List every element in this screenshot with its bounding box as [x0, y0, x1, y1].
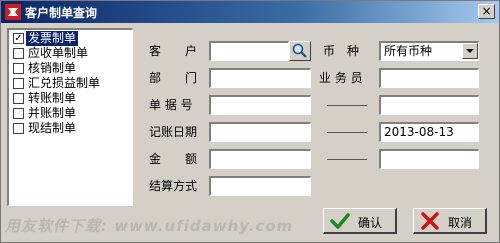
- type-item-receivable[interactable]: 应收单制单: [11, 46, 131, 61]
- cancel-x-icon: [421, 212, 439, 230]
- voucher-type-list[interactable]: ✓ 发票制单 应收单制单 核销制单 汇兑损益制单 转账制单 并账制单 现结制单: [7, 28, 133, 206]
- close-button[interactable]: ×: [478, 4, 495, 19]
- date-from-input[interactable]: [209, 122, 311, 142]
- range-separator: [327, 132, 367, 133]
- confirm-button[interactable]: 确认: [323, 208, 397, 234]
- type-item-label: 应收单制单: [28, 46, 89, 60]
- doc-no-to-input[interactable]: [379, 95, 479, 115]
- checkbox[interactable]: ✓: [13, 33, 24, 44]
- checkbox[interactable]: [13, 78, 24, 89]
- type-item-label: 现结制单: [28, 121, 77, 135]
- customer-lookup-button[interactable]: [289, 41, 311, 61]
- currency-value: 所有币种: [384, 44, 433, 58]
- customer-label: 客 户: [149, 44, 198, 58]
- chevron-down-icon: [466, 49, 474, 53]
- department-label: 部 门: [149, 71, 198, 85]
- amount-to-input[interactable]: [379, 149, 479, 169]
- settle-method-input[interactable]: [209, 176, 311, 196]
- type-item-label: 发票制单: [26, 31, 79, 46]
- customer-input[interactable]: [209, 41, 289, 61]
- currency-label: 币 种: [323, 44, 360, 58]
- type-item-label: 并账制单: [28, 106, 77, 120]
- type-item-invoice[interactable]: ✓ 发票制单: [11, 31, 131, 46]
- checkbox[interactable]: [13, 123, 24, 134]
- department-input[interactable]: [209, 68, 311, 88]
- app-logo-icon: [5, 4, 21, 20]
- checkbox[interactable]: [13, 48, 24, 59]
- type-item-transfer[interactable]: 转账制单: [11, 91, 131, 106]
- checkbox[interactable]: [13, 108, 24, 119]
- title-bar[interactable]: 客户制单查询 ×: [1, 1, 499, 23]
- date-to-input[interactable]: 2013-08-13: [379, 122, 479, 142]
- type-item-label: 转账制单: [28, 91, 77, 105]
- dropdown-arrow[interactable]: [462, 43, 478, 59]
- cancel-button[interactable]: 取消: [413, 208, 487, 234]
- type-item-cash[interactable]: 现结制单: [11, 121, 131, 136]
- magnifier-icon: [292, 43, 307, 58]
- type-item-writeoff[interactable]: 核销制单: [11, 61, 131, 76]
- type-item-label: 核销制单: [28, 61, 77, 75]
- type-item-label: 汇兑损益制单: [28, 76, 101, 90]
- range-separator: [327, 105, 367, 106]
- window-title: 客户制单查询: [25, 6, 98, 20]
- watermark-text: 用友软件下载: www.ufidawhy.com: [5, 217, 294, 235]
- amount-from-input[interactable]: [209, 149, 311, 169]
- cancel-label: 取消: [448, 216, 473, 230]
- clerk-input[interactable]: [379, 68, 479, 88]
- amount-label: 金 额: [149, 152, 198, 166]
- checkbox[interactable]: [13, 93, 24, 104]
- doc-no-label: 单 据 号: [149, 98, 193, 112]
- settle-method-label: 结算方式: [149, 179, 198, 193]
- checkmark-icon: [330, 213, 350, 229]
- type-item-merge[interactable]: 并账制单: [11, 106, 131, 121]
- range-separator: [327, 159, 367, 160]
- checkbox[interactable]: [13, 63, 24, 74]
- clerk-label: 业 务 员: [319, 71, 363, 85]
- currency-select[interactable]: 所有币种: [379, 41, 479, 61]
- confirm-label: 确认: [358, 216, 383, 230]
- date-label: 记账日期: [149, 125, 198, 139]
- query-dialog: 客户制单查询 × ✓ 发票制单 应收单制单 核销制单 汇兑损益制单 转账制单 并…: [0, 0, 500, 243]
- type-item-exchange[interactable]: 汇兑损益制单: [11, 76, 131, 91]
- doc-no-from-input[interactable]: [209, 95, 311, 115]
